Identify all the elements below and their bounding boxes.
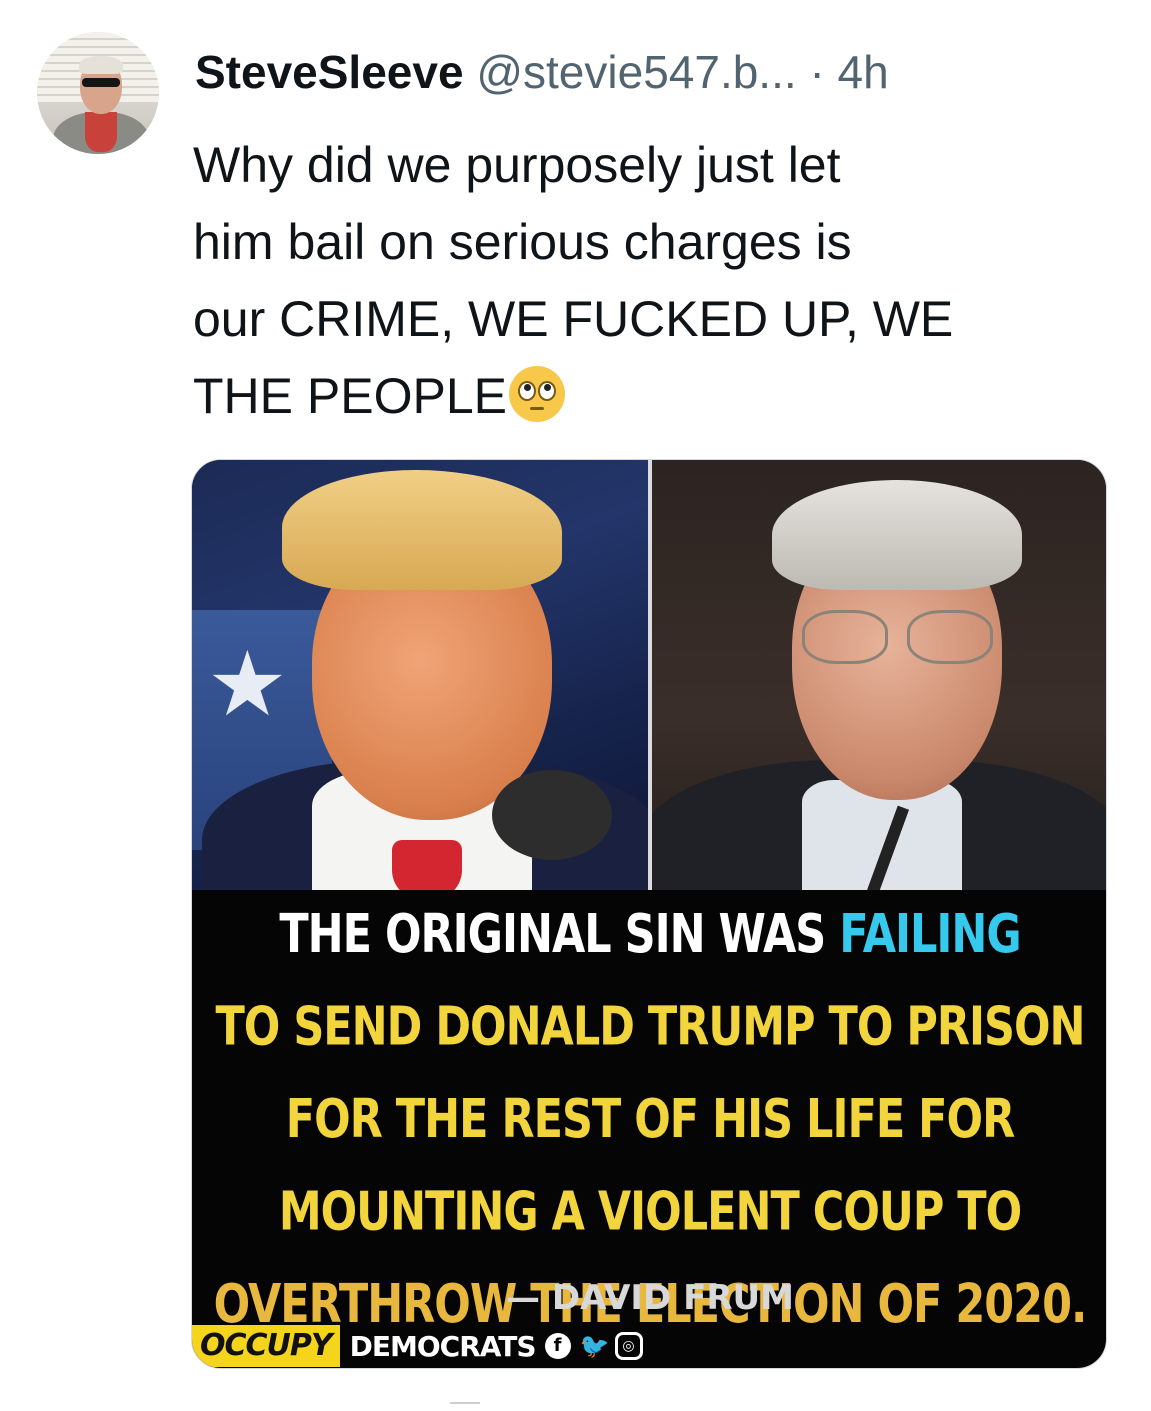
glasses-lens-left xyxy=(802,610,888,664)
rolling-eyes-emoji-icon xyxy=(509,366,565,422)
avatar-glasses xyxy=(82,78,120,87)
tweet-text-line: our CRIME, WE FUCKED UP, WE xyxy=(193,291,954,347)
instagram-icon: ◎ xyxy=(614,1332,643,1360)
tie-shape xyxy=(392,840,462,890)
tweet-text-line: THE PEOPLE xyxy=(193,368,507,424)
quote-line: FOR THE REST OF HIS LIFE FOR xyxy=(285,1088,1015,1151)
avatar[interactable] xyxy=(37,32,159,154)
tweet-text-line: him bail on serious charges is xyxy=(193,214,852,270)
avatar-hair xyxy=(79,56,123,74)
separator-dot: · xyxy=(809,46,825,98)
user-handle[interactable]: @stevie547.b... xyxy=(476,46,796,98)
tweet-timestamp[interactable]: 4h xyxy=(838,46,889,98)
photo-left: ★ xyxy=(192,460,648,890)
twitter-icon: 🐦 xyxy=(579,1332,610,1360)
quote-line: THE ORIGINAL SIN WAS FAILING xyxy=(192,888,1106,981)
quote-line: TO SEND DONALD TRUMP TO PRISON xyxy=(215,995,1085,1059)
avatar-shirt-red xyxy=(85,112,117,152)
tweet-text: Why did we purposely just let him bail o… xyxy=(193,127,1123,435)
display-name[interactable]: SteveSleeve xyxy=(195,46,464,98)
hair-shape xyxy=(282,470,562,590)
glasses-lens-right xyxy=(907,610,993,664)
quote-line-1-part-b: FAILING xyxy=(839,903,1021,966)
quote-line: MOUNTING A VIOLENT COUP TO xyxy=(278,1180,1022,1244)
star-icon: ★ xyxy=(207,635,288,735)
photo-right xyxy=(652,460,1106,890)
tweet-text-line: Why did we purposely just let xyxy=(193,137,841,193)
quote-line-1-part-a: THE ORIGINAL SIN WAS xyxy=(279,903,840,966)
hair-shape xyxy=(772,480,1022,590)
facebook-icon: f xyxy=(544,1333,571,1359)
microphone-icon xyxy=(492,770,612,860)
brand-logo: OCCUPY DEMOCRATS f 🐦 ◎ xyxy=(192,1322,643,1368)
quote-attribution: — DAVID FRUM xyxy=(506,1278,794,1318)
brand-occupy: OCCUPY xyxy=(192,1325,340,1367)
divider-line xyxy=(450,1402,480,1404)
tweet-header: SteveSleeve @stevie547.b... · 4h xyxy=(195,40,889,104)
tweet-media-image[interactable]: ★ THE ORIGINAL SIN WAS FAILING TO SEND D… xyxy=(191,459,1107,1369)
brand-democrats: DEMOCRATS xyxy=(349,1329,537,1363)
